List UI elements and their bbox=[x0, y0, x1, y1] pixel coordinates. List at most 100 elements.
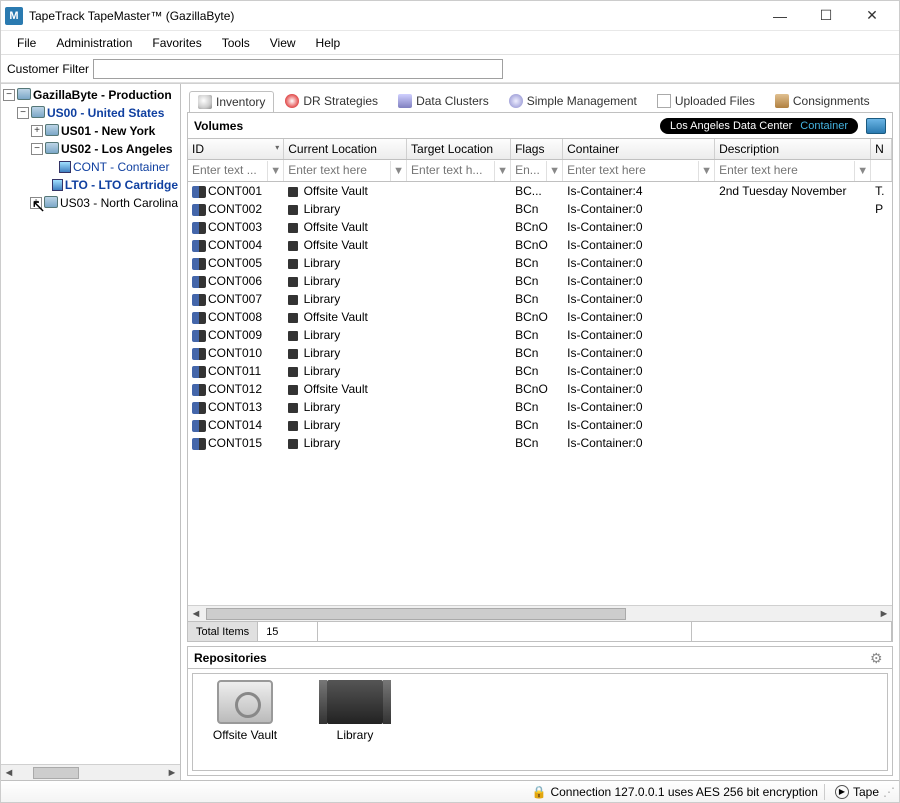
right-pane: InventoryDR StrategiesData ClustersSimpl… bbox=[181, 84, 899, 780]
table-row[interactable]: CONT006 LibraryBCnIs-Container:0 bbox=[188, 272, 892, 290]
table-row[interactable]: CONT013 LibraryBCnIs-Container:0 bbox=[188, 398, 892, 416]
menu-view[interactable]: View bbox=[260, 33, 306, 53]
tree-node-label: CONT - Container bbox=[73, 160, 169, 174]
filter-icon[interactable]: ▼ bbox=[854, 161, 870, 181]
filter-icon[interactable]: ▼ bbox=[267, 161, 283, 181]
scroll-left-icon[interactable]: ◄ bbox=[1, 767, 17, 779]
column-header[interactable]: Target Location bbox=[407, 139, 511, 160]
repo-label: Offsite Vault bbox=[213, 728, 277, 742]
tree-node-label: US02 - Los Angeles bbox=[61, 142, 173, 156]
menu-favorites[interactable]: Favorites bbox=[142, 33, 211, 53]
totals-label: Total Items bbox=[188, 622, 258, 641]
sort-icon: ▾ bbox=[275, 143, 279, 152]
pill-container-link[interactable]: Container bbox=[800, 120, 848, 132]
filter-icon[interactable]: ▼ bbox=[546, 161, 562, 181]
tree-node[interactable]: +US01 - New York bbox=[3, 122, 178, 140]
volume-icon bbox=[192, 330, 206, 342]
tree-node[interactable]: CONT - Container bbox=[3, 158, 178, 176]
filter-desc[interactable] bbox=[715, 161, 852, 179]
filter-loc[interactable] bbox=[284, 161, 388, 179]
table-row[interactable]: CONT011 LibraryBCnIs-Container:0 bbox=[188, 362, 892, 380]
table-row[interactable]: CONT002 LibraryBCnIs-Container:0P bbox=[188, 200, 892, 218]
column-header[interactable]: ID▾ bbox=[188, 139, 284, 160]
ti-inv-icon bbox=[198, 95, 212, 109]
folder-icon[interactable] bbox=[866, 118, 886, 134]
repo-item-vault[interactable]: Offsite Vault bbox=[205, 680, 285, 764]
resize-grip-icon[interactable]: ⋰ bbox=[883, 785, 893, 799]
expand-toggle[interactable]: + bbox=[31, 125, 43, 137]
volume-icon bbox=[192, 186, 206, 198]
tab-consignments[interactable]: Consignments bbox=[766, 90, 879, 112]
table-row[interactable]: CONT009 LibraryBCnIs-Container:0 bbox=[188, 326, 892, 344]
table-row[interactable]: CONT015 LibraryBCnIs-Container:0 bbox=[188, 434, 892, 452]
tab-data-clusters[interactable]: Data Clusters bbox=[389, 90, 498, 112]
close-button[interactable]: ✕ bbox=[849, 1, 895, 31]
table-row[interactable]: CONT012 Offsite VaultBCnOIs-Container:0 bbox=[188, 380, 892, 398]
gear-icon[interactable]: ⚙ bbox=[870, 650, 886, 666]
filter-icon[interactable]: ▼ bbox=[494, 161, 510, 181]
repositories-panel: Repositories ⚙ Offsite VaultLibrary bbox=[187, 646, 893, 776]
scroll-thumb[interactable] bbox=[206, 608, 626, 620]
tree-node[interactable]: +US03 - North Carolina bbox=[3, 194, 178, 212]
tab-inventory[interactable]: Inventory bbox=[189, 91, 274, 113]
grid-hscroll[interactable]: ◄ ► bbox=[188, 605, 892, 621]
tree-root[interactable]: − GazillaByte - Production bbox=[3, 86, 178, 104]
column-header[interactable]: Container bbox=[563, 139, 715, 160]
table-row[interactable]: CONT010 LibraryBCnIs-Container:0 bbox=[188, 344, 892, 362]
table-row[interactable]: CONT014 LibraryBCnIs-Container:0 bbox=[188, 416, 892, 434]
column-header[interactable]: N bbox=[871, 139, 892, 160]
filter-cont[interactable] bbox=[563, 161, 696, 179]
filter-flags[interactable] bbox=[511, 161, 544, 179]
location-icon bbox=[288, 277, 298, 287]
scroll-left-icon[interactable]: ◄ bbox=[188, 608, 204, 620]
table-row[interactable]: CONT001 Offsite VaultBC...Is-Container:4… bbox=[188, 182, 892, 201]
volume-icon bbox=[192, 348, 206, 360]
location-icon bbox=[288, 421, 298, 431]
column-header[interactable]: Description bbox=[715, 139, 871, 160]
scroll-right-icon[interactable]: ► bbox=[164, 767, 180, 779]
table-row[interactable]: CONT003 Offsite VaultBCnOIs-Container:0 bbox=[188, 218, 892, 236]
expand-toggle[interactable]: − bbox=[3, 89, 15, 101]
filter-id[interactable] bbox=[188, 161, 265, 179]
tree-root-label: GazillaByte - Production bbox=[33, 88, 172, 102]
tree-node[interactable]: − US02 - Los Angeles bbox=[3, 140, 178, 158]
grid-body[interactable]: CONT001 Offsite VaultBC...Is-Container:4… bbox=[188, 182, 892, 453]
filter-icon[interactable]: ▼ bbox=[390, 161, 406, 181]
tree-node[interactable]: −US00 - United States bbox=[3, 104, 178, 122]
table-row[interactable]: CONT004 Offsite VaultBCnOIs-Container:0 bbox=[188, 236, 892, 254]
expand-toggle[interactable]: + bbox=[30, 197, 42, 209]
tab-dr-strategies[interactable]: DR Strategies bbox=[276, 90, 387, 112]
maximize-button[interactable]: ☐ bbox=[803, 1, 849, 31]
table-row[interactable]: CONT007 LibraryBCnIs-Container:0 bbox=[188, 290, 892, 308]
scroll-thumb[interactable] bbox=[33, 767, 79, 779]
column-header[interactable]: Flags bbox=[511, 139, 563, 160]
table-row[interactable]: CONT008 Offsite VaultBCnOIs-Container:0 bbox=[188, 308, 892, 326]
customer-filter-input[interactable] bbox=[93, 59, 503, 79]
location-icon bbox=[288, 241, 298, 251]
scroll-right-icon[interactable]: ► bbox=[876, 608, 892, 620]
table-row[interactable]: CONT005 LibraryBCnIs-Container:0 bbox=[188, 254, 892, 272]
minimize-button[interactable]: — bbox=[757, 1, 803, 31]
volumes-header: Volumes Los Angeles Data Center Containe… bbox=[187, 113, 893, 139]
tree-pane: − GazillaByte - Production −US00 - Unite… bbox=[1, 84, 181, 780]
tree-node[interactable]: LTO - LTO Cartridge bbox=[3, 176, 178, 194]
tree-hscroll[interactable]: ◄ ► bbox=[1, 764, 180, 780]
tab-uploaded-files[interactable]: Uploaded Files bbox=[648, 90, 764, 112]
server-icon bbox=[45, 124, 59, 138]
menu-administration[interactable]: Administration bbox=[46, 33, 142, 53]
column-header[interactable]: Current Location bbox=[284, 139, 407, 160]
tab-simple-management[interactable]: Simple Management bbox=[500, 90, 646, 112]
filter-icon[interactable]: ▼ bbox=[698, 161, 714, 181]
status-connection: Connection 127.0.0.1 uses AES 256 bit en… bbox=[550, 785, 818, 799]
menu-file[interactable]: File bbox=[7, 33, 46, 53]
filter-target[interactable] bbox=[407, 161, 492, 179]
play-icon[interactable]: ▶ bbox=[835, 785, 849, 799]
server-icon bbox=[31, 106, 45, 120]
repo-item-library[interactable]: Library bbox=[315, 680, 395, 764]
menu-tools[interactable]: Tools bbox=[212, 33, 260, 53]
tree[interactable]: − GazillaByte - Production −US00 - Unite… bbox=[1, 84, 180, 764]
menu-help[interactable]: Help bbox=[306, 33, 351, 53]
ti-up-icon bbox=[657, 94, 671, 108]
expand-toggle[interactable]: − bbox=[31, 143, 43, 155]
expand-toggle[interactable]: − bbox=[17, 107, 29, 119]
